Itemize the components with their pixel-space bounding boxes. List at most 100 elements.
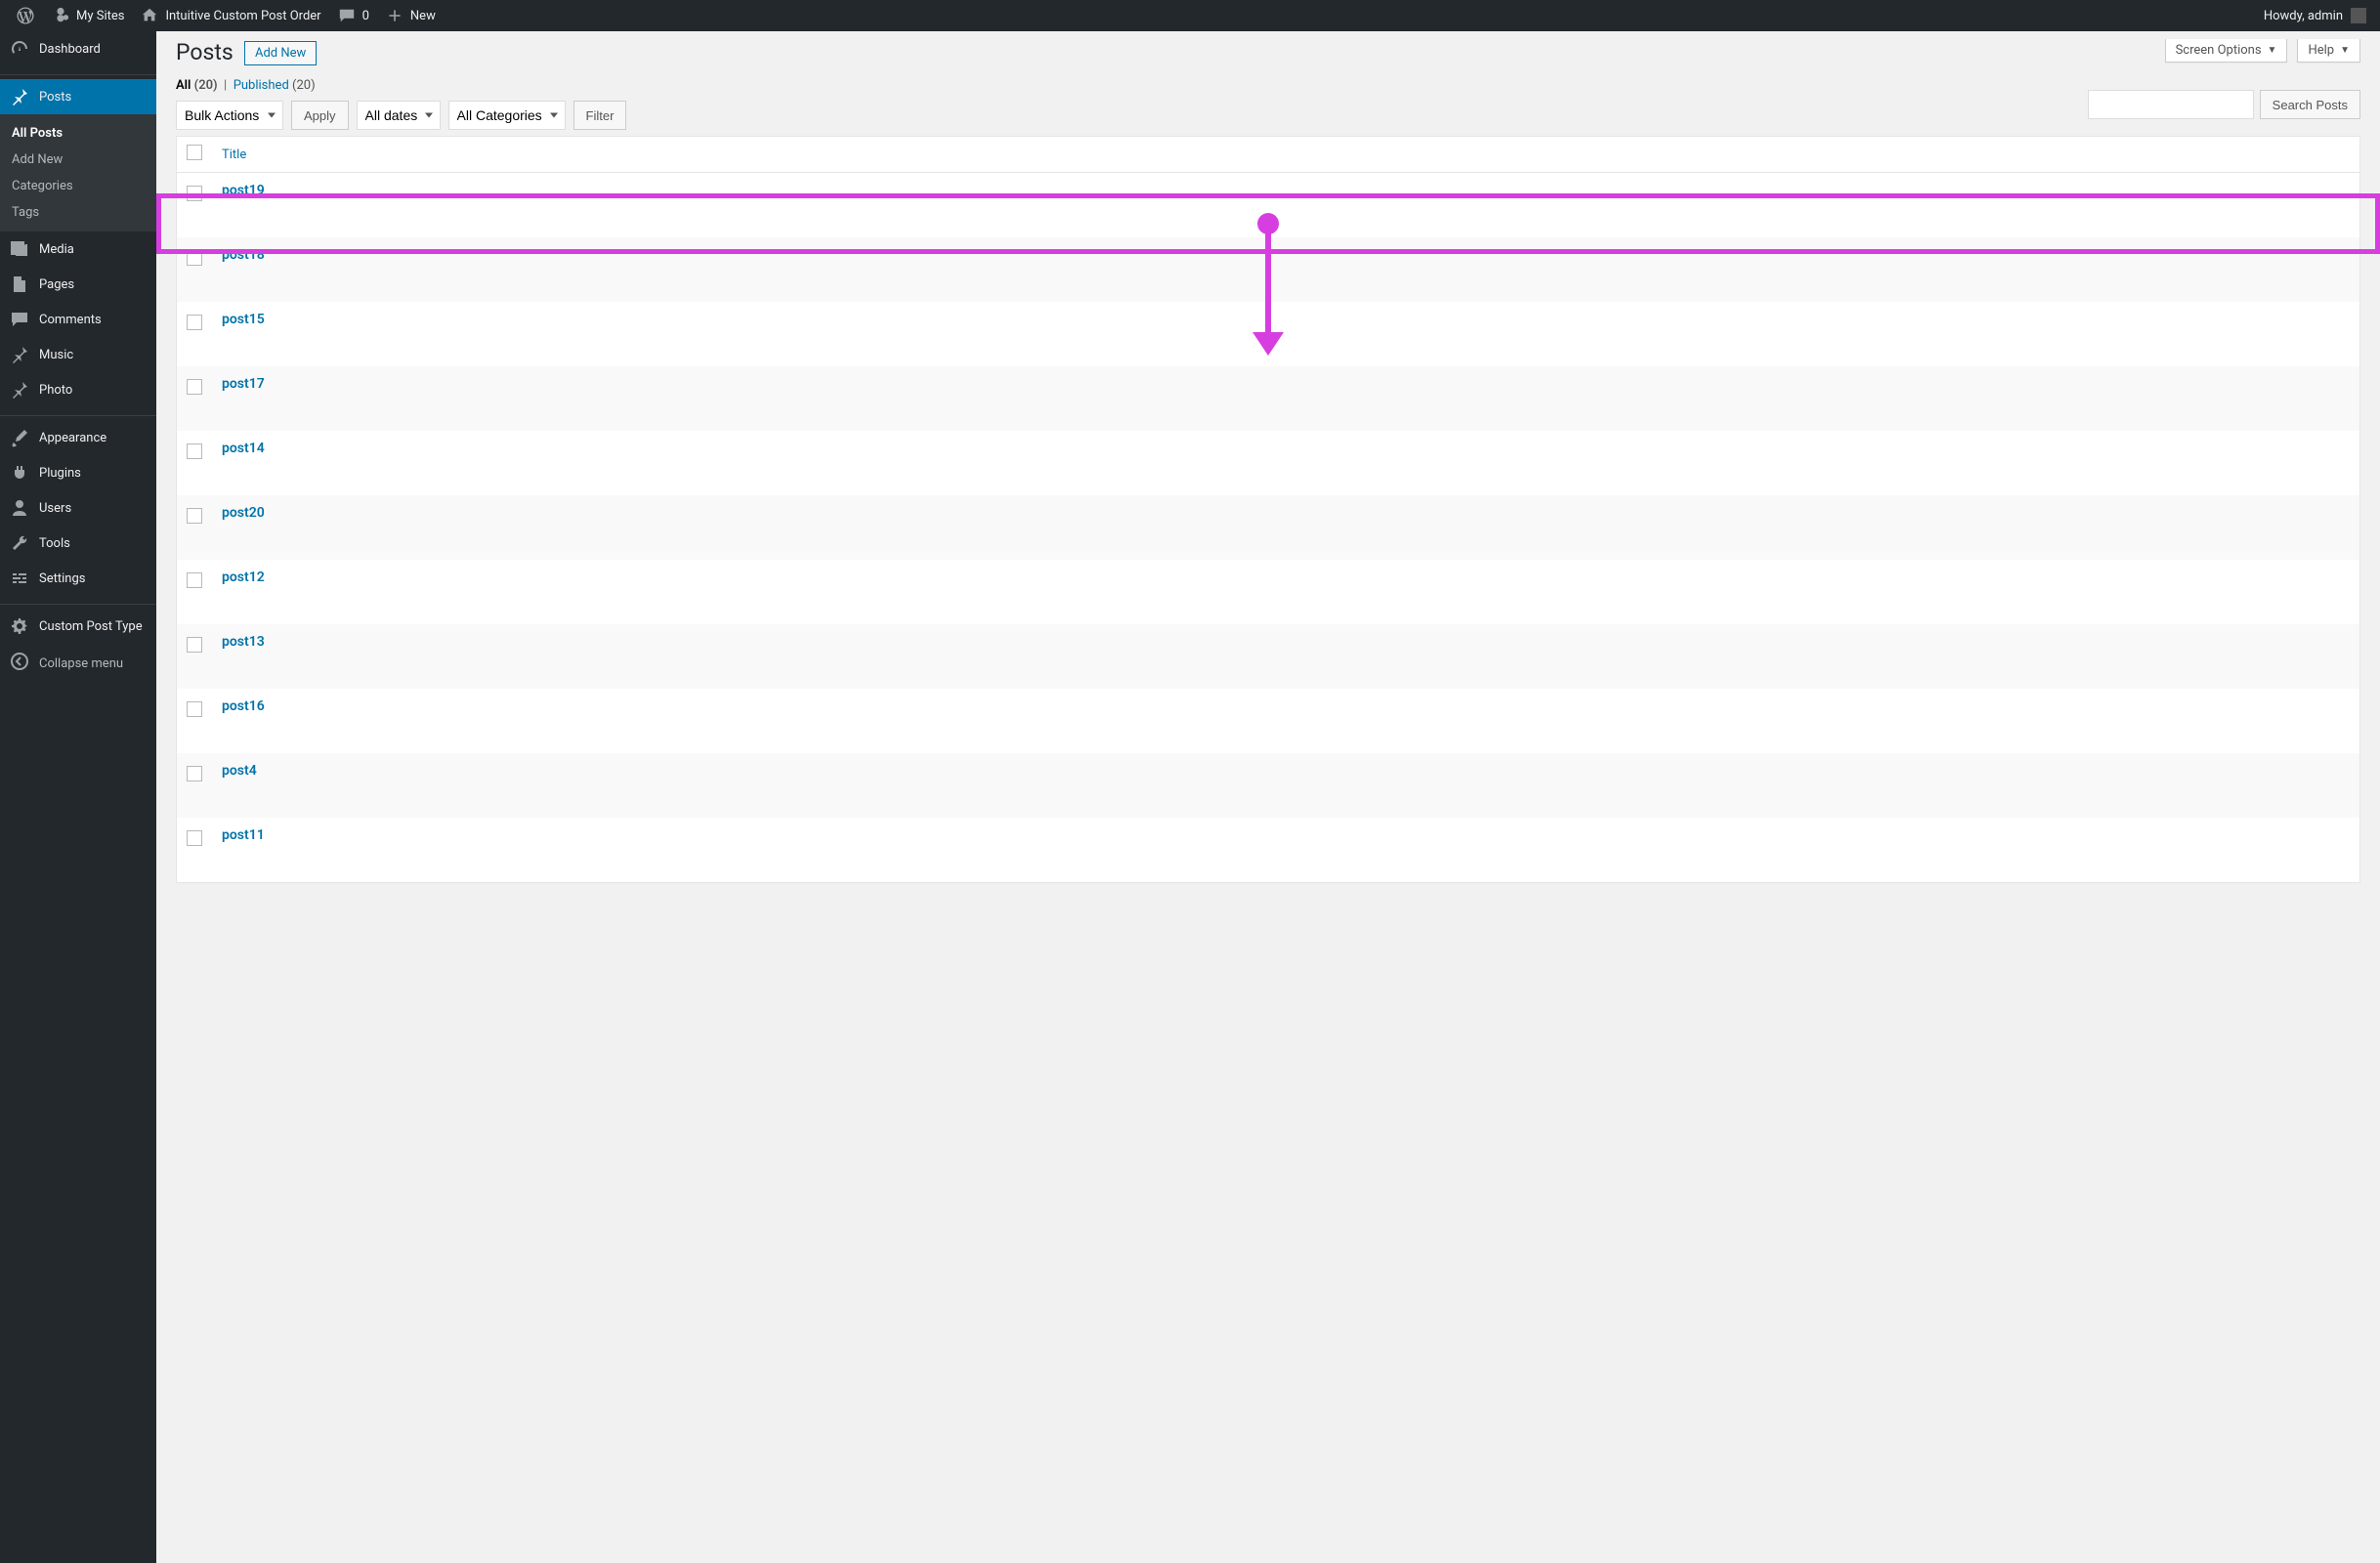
filter-all[interactable]: All (20) xyxy=(176,78,218,93)
menu-cpt[interactable]: Custom Post Type xyxy=(0,609,156,644)
menu-pages[interactable]: Pages xyxy=(0,267,156,302)
search-input[interactable] xyxy=(2088,90,2254,119)
menu-label: Posts xyxy=(39,90,71,105)
categories-select[interactable]: All Categories xyxy=(448,101,566,130)
menu-settings[interactable]: Settings xyxy=(0,561,156,596)
howdy-text[interactable]: Howdy, admin xyxy=(2264,9,2343,23)
table-row[interactable]: post14 xyxy=(177,431,2359,495)
bulk-actions-select[interactable]: Bulk Actions xyxy=(176,101,283,130)
multisite-icon xyxy=(51,6,70,25)
add-new-button[interactable]: Add New xyxy=(244,41,317,65)
new-label: New xyxy=(410,9,436,23)
post-title-link[interactable]: post19 xyxy=(222,183,265,198)
pin-icon xyxy=(10,87,29,106)
submenu-categories[interactable]: Categories xyxy=(0,173,156,199)
menu-label: Media xyxy=(39,242,74,257)
row-checkbox[interactable] xyxy=(187,379,202,395)
row-checkbox[interactable] xyxy=(187,637,202,653)
post-title-link[interactable]: post14 xyxy=(222,441,265,456)
brush-icon xyxy=(10,428,29,447)
post-title-link[interactable]: post17 xyxy=(222,376,265,392)
table-row[interactable]: post12 xyxy=(177,560,2359,624)
table-row[interactable]: post20 xyxy=(177,495,2359,560)
comments-count[interactable]: 0 xyxy=(329,0,377,31)
menu-users[interactable]: Users xyxy=(0,490,156,526)
page-title: Posts xyxy=(176,39,234,65)
screen-options-label: Screen Options xyxy=(2176,43,2262,58)
table-row[interactable]: post18 xyxy=(177,237,2359,302)
menu-plugins[interactable]: Plugins xyxy=(0,455,156,490)
wp-logo[interactable] xyxy=(8,0,43,31)
menu-posts[interactable]: Posts xyxy=(0,79,156,114)
help-label: Help xyxy=(2308,43,2334,58)
filter-button[interactable]: Filter xyxy=(574,101,627,130)
help-button[interactable]: Help ▼ xyxy=(2297,39,2360,63)
avatar[interactable] xyxy=(2351,8,2366,23)
menu-label: Pages xyxy=(39,277,74,292)
row-checkbox[interactable] xyxy=(187,572,202,588)
row-checkbox[interactable] xyxy=(187,186,202,201)
row-checkbox[interactable] xyxy=(187,508,202,524)
menu-comments[interactable]: Comments xyxy=(0,302,156,337)
menu-label: Custom Post Type xyxy=(39,619,143,634)
user-icon xyxy=(10,498,29,518)
dashboard-icon xyxy=(10,39,29,59)
title-column-header[interactable]: Title xyxy=(222,148,246,162)
row-checkbox[interactable] xyxy=(187,315,202,330)
menu-label: Appearance xyxy=(39,431,106,445)
row-checkbox[interactable] xyxy=(187,250,202,266)
pin-icon xyxy=(10,380,29,400)
comments-count-label: 0 xyxy=(362,9,369,23)
submenu-all-posts[interactable]: All Posts xyxy=(0,120,156,147)
apply-button[interactable]: Apply xyxy=(291,101,349,130)
table-row[interactable]: post15 xyxy=(177,302,2359,366)
menu-media[interactable]: Media xyxy=(0,232,156,267)
post-title-link[interactable]: post13 xyxy=(222,634,265,650)
screen-options-button[interactable]: Screen Options ▼ xyxy=(2165,39,2288,63)
table-row[interactable]: post13 xyxy=(177,624,2359,689)
sliders-icon xyxy=(10,569,29,588)
dates-select[interactable]: All dates xyxy=(357,101,441,130)
new-content[interactable]: New xyxy=(377,0,444,31)
menu-label: Dashboard xyxy=(39,42,101,57)
collapse-label: Collapse menu xyxy=(39,656,123,671)
row-checkbox[interactable] xyxy=(187,766,202,782)
row-checkbox[interactable] xyxy=(187,701,202,717)
menu-label: Comments xyxy=(39,313,102,327)
submenu-tags[interactable]: Tags xyxy=(0,199,156,226)
table-row[interactable]: post16 xyxy=(177,689,2359,753)
select-all-checkbox[interactable] xyxy=(187,145,202,160)
menu-tools[interactable]: Tools xyxy=(0,526,156,561)
post-title-link[interactable]: post18 xyxy=(222,247,265,263)
collapse-menu[interactable]: Collapse menu xyxy=(0,644,156,683)
menu-label: Users xyxy=(39,501,71,516)
media-icon xyxy=(10,239,29,259)
row-checkbox[interactable] xyxy=(187,444,202,459)
site-name-label: Intuitive Custom Post Order xyxy=(165,9,320,23)
post-title-link[interactable]: post15 xyxy=(222,312,265,327)
menu-label: Plugins xyxy=(39,466,81,481)
menu-appearance[interactable]: Appearance xyxy=(0,420,156,455)
search-posts-button[interactable]: Search Posts xyxy=(2260,90,2360,119)
post-title-link[interactable]: post20 xyxy=(222,505,265,521)
comment-icon xyxy=(337,6,357,25)
filter-published[interactable]: Published (20) xyxy=(234,78,316,93)
pin-icon xyxy=(10,345,29,364)
menu-music[interactable]: Music xyxy=(0,337,156,372)
posts-table: Title post19 post18 post15 post17 post14 post… xyxy=(176,136,2360,883)
table-row[interactable]: post11 xyxy=(177,818,2359,882)
row-checkbox[interactable] xyxy=(187,830,202,846)
my-sites-label: My Sites xyxy=(76,9,124,23)
table-row[interactable]: post17 xyxy=(177,366,2359,431)
table-row[interactable]: post19 xyxy=(177,173,2359,237)
table-row[interactable]: post4 xyxy=(177,753,2359,818)
submenu-add-new[interactable]: Add New xyxy=(0,147,156,173)
post-title-link[interactable]: post4 xyxy=(222,763,257,779)
post-title-link[interactable]: post11 xyxy=(222,827,265,843)
my-sites[interactable]: My Sites xyxy=(43,0,132,31)
site-name[interactable]: Intuitive Custom Post Order xyxy=(132,0,328,31)
post-title-link[interactable]: post12 xyxy=(222,570,265,585)
post-title-link[interactable]: post16 xyxy=(222,698,265,714)
menu-dashboard[interactable]: Dashboard xyxy=(0,31,156,66)
menu-photo[interactable]: Photo xyxy=(0,372,156,407)
